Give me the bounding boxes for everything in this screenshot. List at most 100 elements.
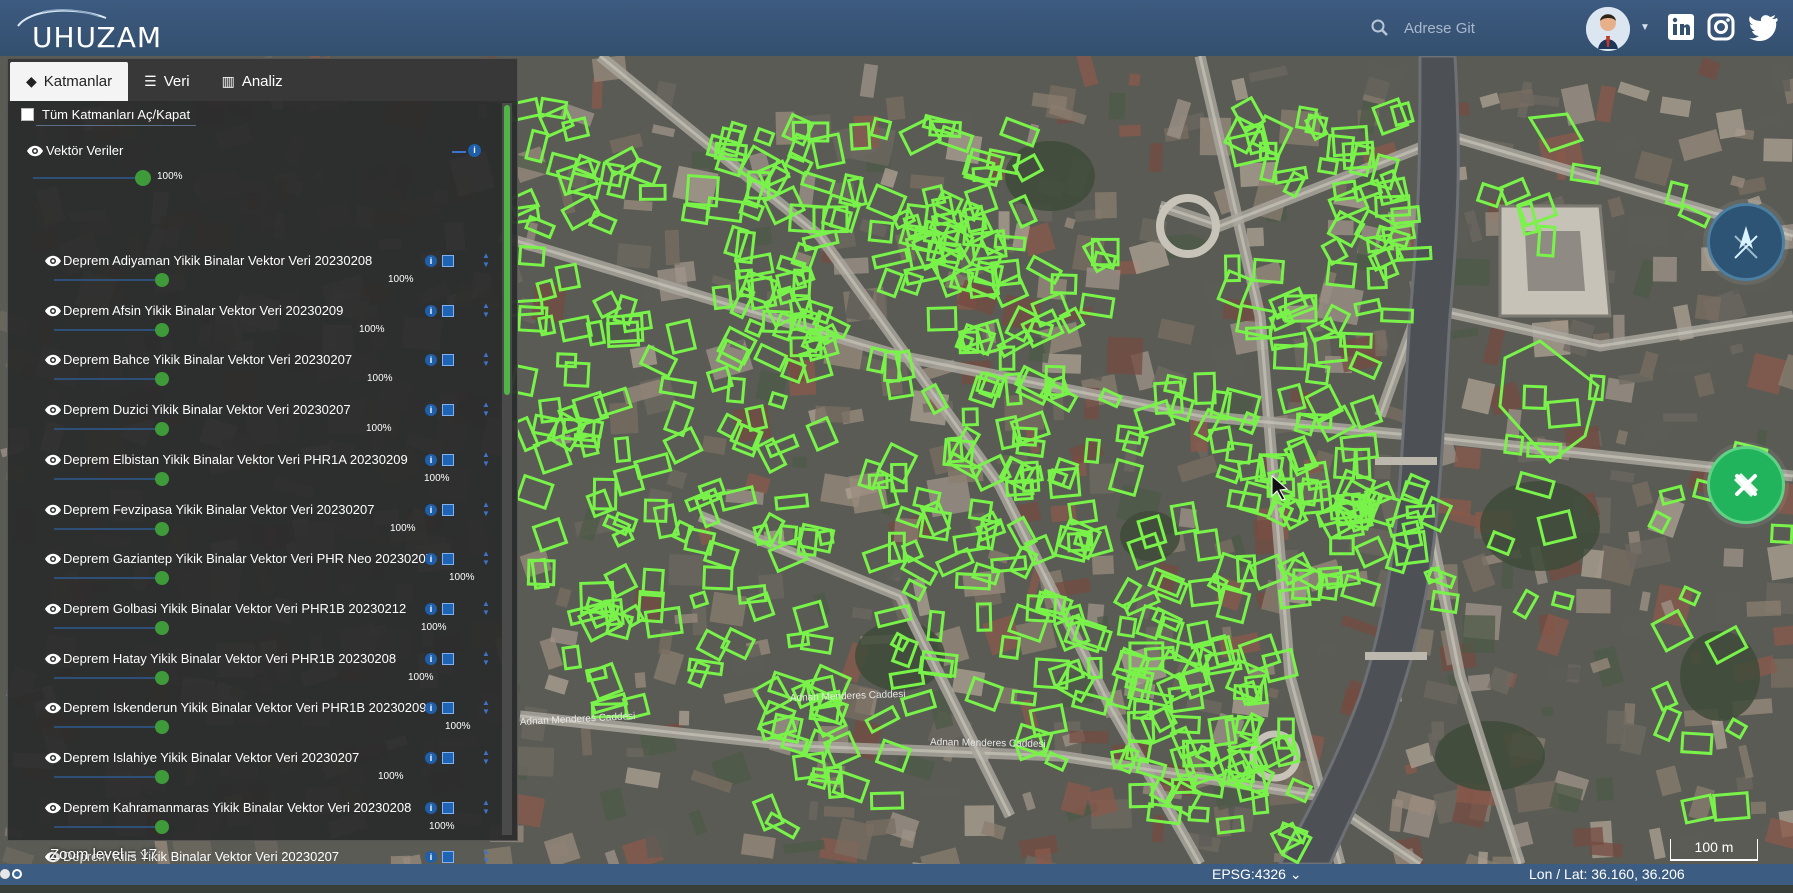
instagram-icon[interactable]	[1706, 12, 1736, 42]
reorder-arrows-icon[interactable]: ▲ ▼	[481, 400, 491, 436]
layer-row[interactable]: Deprem Duzici Yikik Binalar Vektor Veri …	[8, 398, 498, 446]
visibility-eye-icon[interactable]	[44, 603, 62, 615]
visibility-eye-icon[interactable]	[44, 702, 62, 714]
opacity-slider-knob[interactable]	[155, 372, 169, 387]
opacity-slider-track[interactable]	[54, 328, 162, 331]
opacity-slider-track[interactable]	[54, 676, 162, 679]
visibility-eye-icon[interactable]	[44, 255, 62, 267]
opacity-slider-knob[interactable]	[155, 273, 169, 287]
tab-analiz[interactable]: ▥ Analiz	[206, 62, 299, 101]
opacity-slider-knob[interactable]	[135, 170, 151, 186]
opacity-slider-knob[interactable]	[155, 422, 169, 437]
layer-row[interactable]: Deprem Elbistan Yikik Binalar Vektor Ver…	[8, 448, 498, 496]
user-avatar[interactable]	[1586, 7, 1630, 51]
opacity-slider-track[interactable]	[54, 577, 162, 580]
visibility-eye-icon[interactable]	[44, 354, 62, 366]
collapse-group-button[interactable]	[452, 151, 466, 153]
layer-row[interactable]: Deprem Gaziantep Yikik Binalar Vektor Ve…	[8, 547, 498, 595]
tab-veri[interactable]: ☰ Veri	[128, 62, 205, 101]
zoom-to-layer-icon[interactable]	[442, 304, 454, 317]
opacity-slider-track[interactable]	[54, 825, 162, 828]
opacity-slider-knob[interactable]	[155, 670, 169, 685]
zoom-to-layer-icon[interactable]	[442, 752, 454, 764]
twitter-icon[interactable]	[1748, 12, 1778, 42]
reorder-arrows-icon[interactable]: ▲ ▼	[481, 798, 491, 834]
info-icon[interactable]: i	[425, 304, 437, 317]
layer-row[interactable]: Deprem Hatay Yikik Binalar Vektor Veri P…	[8, 647, 498, 695]
layer-row[interactable]: Deprem Bahce Yikik Binalar Vektor Veri 2…	[8, 348, 498, 396]
projection-selector[interactable]: EPSG:4326 ⌄	[1212, 866, 1302, 883]
info-icon[interactable]: i	[425, 851, 437, 864]
opacity-slider-knob[interactable]	[155, 720, 169, 735]
opacity-slider-knob[interactable]	[155, 571, 169, 586]
zoom-to-layer-icon[interactable]	[442, 503, 454, 516]
all-layers-toggle[interactable]: Tüm Katmanları Aç/Kapat	[21, 107, 190, 122]
zoom-to-layer-icon[interactable]	[442, 354, 454, 367]
reorder-arrows-icon[interactable]: ▲ ▼	[481, 500, 491, 536]
opacity-slider-track[interactable]	[54, 626, 162, 629]
layer-row[interactable]: Deprem Iskenderun Yikik Binalar Vektor V…	[8, 696, 498, 744]
user-menu-chevron-icon[interactable]: ▼	[1640, 22, 1650, 33]
linkedin-icon[interactable]	[1666, 12, 1696, 42]
opacity-slider-knob[interactable]	[155, 620, 169, 635]
reorder-arrows-icon[interactable]: ▲ ▼	[481, 698, 491, 734]
logo[interactable]: UHUZAM	[14, 8, 164, 54]
zoom-to-layer-icon[interactable]	[442, 404, 454, 417]
info-icon[interactable]: i	[425, 503, 437, 516]
info-icon[interactable]: i	[425, 801, 437, 814]
info-icon[interactable]: i	[425, 255, 437, 267]
info-icon[interactable]: i	[425, 652, 437, 665]
zoom-to-layer-icon[interactable]	[442, 652, 454, 665]
layer-row[interactable]: Deprem Golbasi Yikik Binalar Vektor Veri…	[8, 597, 498, 645]
draw-tools-button[interactable]	[1707, 446, 1785, 524]
layer-row[interactable]: Deprem Fevzipasa Yikik Binalar Vektor Ve…	[8, 498, 498, 546]
tab-katmanlar[interactable]: ◆ Katmanlar	[10, 62, 129, 101]
info-icon[interactable]: i	[425, 354, 437, 367]
opacity-slider-track[interactable]	[33, 177, 138, 179]
layer-row[interactable]: Deprem Kahramanmaras Yikik Binalar Vekto…	[8, 796, 498, 844]
reorder-arrows-icon[interactable]: ▲ ▼	[481, 549, 491, 585]
info-icon[interactable]: i	[425, 553, 437, 566]
opacity-slider-knob[interactable]	[155, 521, 169, 536]
opacity-slider-track[interactable]	[54, 428, 162, 431]
visibility-eye-icon[interactable]	[44, 553, 62, 565]
opacity-slider-knob[interactable]	[155, 471, 169, 486]
reorder-arrows-icon[interactable]: ▲ ▼	[481, 748, 491, 784]
zoom-to-layer-icon[interactable]	[442, 602, 454, 615]
opacity-slider-knob[interactable]	[155, 770, 169, 784]
zoom-to-layer-icon[interactable]	[442, 453, 454, 466]
zoom-to-layer-icon[interactable]	[442, 255, 454, 267]
visibility-eye-icon[interactable]	[44, 404, 62, 416]
opacity-slider-track[interactable]	[54, 726, 162, 729]
info-icon[interactable]: i	[425, 404, 437, 417]
compass-button[interactable]	[1707, 203, 1785, 281]
reorder-arrows-icon[interactable]: ▲ ▼	[481, 251, 491, 287]
opacity-slider-knob[interactable]	[155, 819, 169, 834]
reorder-arrows-icon[interactable]: ▲ ▼	[481, 450, 491, 486]
zoom-to-layer-icon[interactable]	[442, 702, 454, 715]
layer-row[interactable]: Deprem Afsin Yikik Binalar Vektor Veri 2…	[8, 299, 498, 347]
zoom-to-layer-icon[interactable]	[442, 553, 454, 566]
info-icon[interactable]: i	[425, 602, 437, 615]
info-icon[interactable]: i	[425, 702, 437, 715]
reorder-arrows-icon[interactable]: ▲ ▼	[481, 301, 491, 337]
reorder-arrows-icon[interactable]: ▲ ▼	[481, 649, 491, 685]
opacity-slider-track[interactable]	[54, 279, 162, 281]
info-icon[interactable]: i	[425, 752, 437, 764]
visibility-eye-icon[interactable]	[44, 454, 62, 466]
visibility-eye-icon[interactable]	[44, 802, 62, 814]
visibility-eye-icon[interactable]	[44, 653, 62, 665]
opacity-slider-track[interactable]	[54, 378, 162, 381]
zoom-to-layer-icon[interactable]	[442, 801, 454, 814]
opacity-slider-track[interactable]	[54, 527, 162, 530]
info-icon[interactable]: i	[425, 453, 437, 466]
visibility-eye-icon[interactable]	[26, 145, 44, 157]
zoom-to-layer-icon[interactable]	[442, 851, 454, 864]
reorder-arrows-icon[interactable]: ▲ ▼	[481, 599, 491, 635]
visibility-eye-icon[interactable]	[44, 305, 62, 317]
visibility-eye-icon[interactable]	[44, 752, 62, 764]
all-layers-checkbox[interactable]	[21, 108, 34, 121]
opacity-slider-track[interactable]	[54, 776, 162, 778]
opacity-slider-track[interactable]	[54, 477, 162, 480]
panel-scrollbar-thumb[interactable]	[504, 105, 510, 395]
